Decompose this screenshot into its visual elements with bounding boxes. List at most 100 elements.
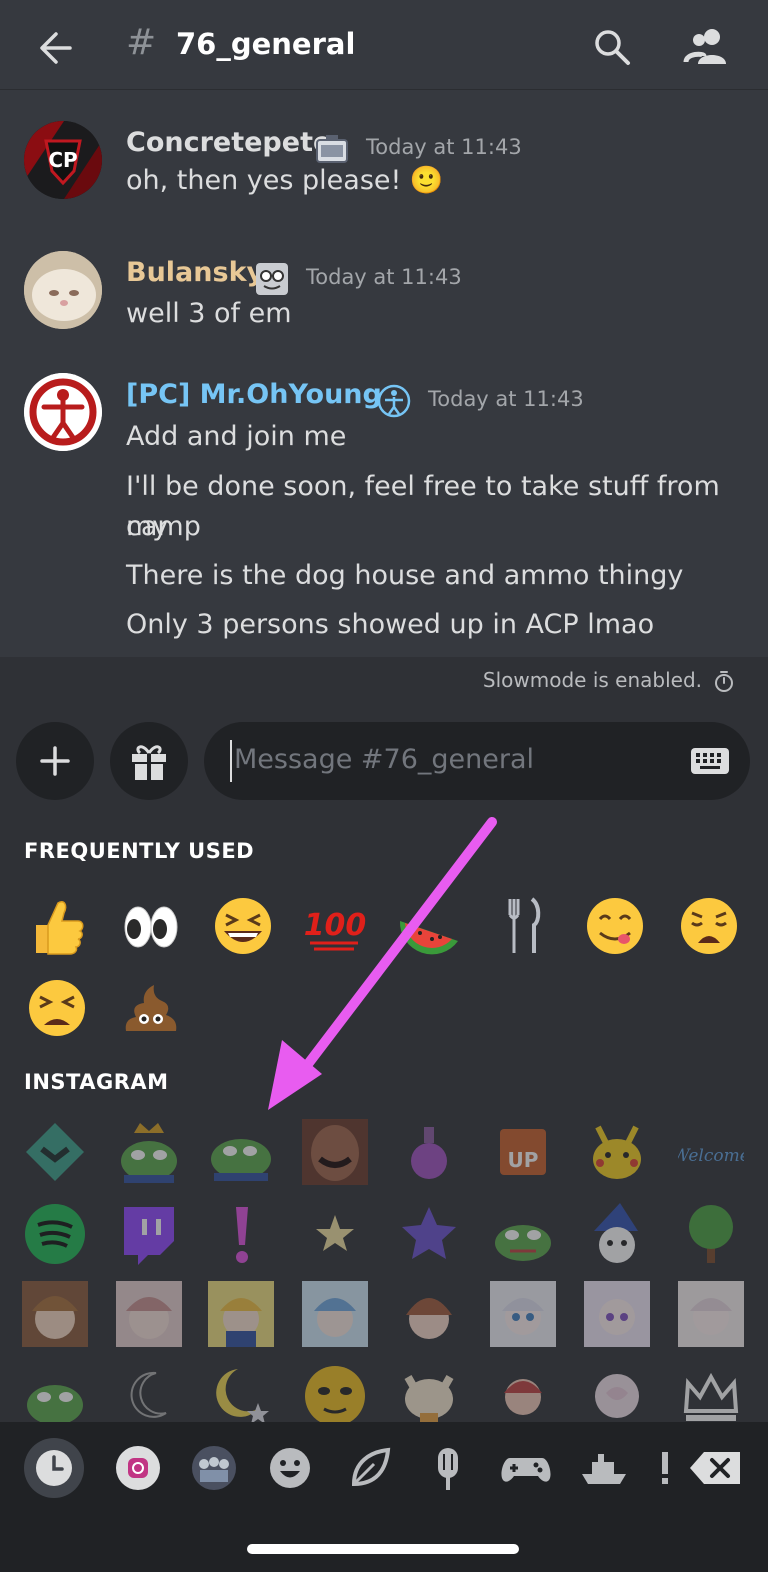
custom-emoji[interactable] <box>208 1119 274 1185</box>
moon-emoji[interactable] <box>116 1363 182 1422</box>
smug-face-emoji[interactable] <box>302 1363 368 1422</box>
custom-emoji[interactable] <box>584 1119 650 1185</box>
laughing-emoji[interactable] <box>208 891 278 961</box>
recent-tab[interactable] <box>24 1438 84 1498</box>
anime-emoji[interactable] <box>22 1281 88 1347</box>
anime-emoji[interactable] <box>396 1281 462 1347</box>
message-item: [PC] Mr.OhYoung Today at 11:43 Add and j… <box>0 373 768 663</box>
star-emoji[interactable] <box>302 1201 368 1267</box>
anime-emoji[interactable] <box>490 1281 556 1347</box>
spotify-emoji[interactable] <box>22 1201 88 1267</box>
anime-emoji[interactable] <box>678 1281 744 1347</box>
message-input[interactable]: Message #76_general <box>204 722 750 800</box>
tired-face-emoji[interactable] <box>22 973 92 1043</box>
anime-emoji[interactable] <box>490 1363 556 1422</box>
watermelon-emoji[interactable] <box>394 891 464 961</box>
svg-text:CP: CP <box>48 148 77 172</box>
channel-title[interactable]: 76_general <box>176 27 355 61</box>
gift-button[interactable] <box>110 722 188 800</box>
message-timestamp: Today at 11:43 <box>366 135 522 159</box>
eyes-emoji[interactable] <box>116 891 186 961</box>
purple-star-emoji[interactable] <box>396 1201 462 1267</box>
slowmode-text: Slowmode is enabled. <box>482 668 702 692</box>
server-group-tab[interactable] <box>184 1438 244 1498</box>
svg-text:100: 100 <box>304 908 367 943</box>
add-attachment-button[interactable] <box>16 722 94 800</box>
custom-emoji[interactable] <box>116 1119 182 1185</box>
ship-icon <box>582 1454 626 1484</box>
message-text: camp <box>126 511 201 542</box>
emoji-picker[interactable]: FREQUENTLY USED 100 INSTAGRAM UP elcom <box>0 817 768 1422</box>
frog-emoji[interactable] <box>490 1201 556 1267</box>
avatar[interactable] <box>24 251 102 329</box>
text-caret <box>230 740 232 782</box>
channel-hash-icon: # <box>126 22 157 63</box>
fork-and-knife-emoji[interactable] <box>488 891 558 961</box>
custom-emoji[interactable]: UP <box>490 1119 556 1185</box>
message-author[interactable]: Concretepete <box>126 127 331 158</box>
stopwatch-icon <box>715 671 733 692</box>
message-item: Bulansky Today at 11:43 well 3 of em <box>0 251 768 361</box>
yum-emoji[interactable] <box>580 891 650 961</box>
backspace-button[interactable] <box>688 1438 748 1498</box>
pile-of-poo-emoji[interactable] <box>116 973 186 1043</box>
crown-emoji[interactable] <box>678 1363 744 1422</box>
anime-emoji[interactable] <box>302 1281 368 1347</box>
message-author[interactable]: [PC] Mr.OhYoung <box>126 379 382 410</box>
clock-icon <box>36 1450 72 1486</box>
custom-emoji[interactable] <box>396 1119 462 1185</box>
svg-text:UP: UP <box>508 1148 539 1172</box>
leaf-icon <box>351 1447 391 1487</box>
rose-emoji[interactable] <box>584 1363 650 1422</box>
message-list[interactable]: CP Concretepete Today at 11:43 oh, then … <box>0 91 768 657</box>
keyboard-icon[interactable] <box>690 747 730 775</box>
message-input-placeholder: Message #76_general <box>234 744 535 775</box>
custom-emoji[interactable] <box>22 1119 88 1185</box>
gamepad-icon <box>501 1458 551 1482</box>
twitch-emoji[interactable] <box>116 1201 182 1267</box>
instagram-server-tab[interactable] <box>108 1438 168 1498</box>
symbols-tab[interactable] <box>646 1438 686 1498</box>
hundred-points-emoji[interactable]: 100 <box>300 891 370 961</box>
food-tab[interactable] <box>418 1438 478 1498</box>
gift-icon <box>132 745 166 780</box>
avatar[interactable]: CP <box>24 121 102 199</box>
activities-tab[interactable] <box>496 1438 556 1498</box>
anime-emoji[interactable] <box>116 1281 182 1347</box>
frog-emoji[interactable] <box>22 1363 88 1422</box>
message-text: There is the dog house and ammo thingy <box>126 560 684 591</box>
message-text: Only 3 persons showed up in ACP lmao <box>126 609 655 640</box>
back-arrow-icon[interactable] <box>36 28 76 68</box>
message-author[interactable]: Bulansky <box>126 257 264 288</box>
backspace-icon <box>690 1452 740 1484</box>
home-indicator[interactable] <box>247 1544 519 1554</box>
weary-emoji[interactable] <box>674 891 744 961</box>
tree-emoji[interactable] <box>678 1201 744 1267</box>
moon-star-emoji[interactable] <box>208 1363 274 1422</box>
search-icon[interactable] <box>592 27 632 67</box>
thumbs-up-emoji[interactable] <box>22 891 92 961</box>
avatar[interactable] <box>24 373 102 451</box>
server-group-icon <box>192 1446 236 1490</box>
channel-header: # 76_general <box>0 0 768 90</box>
wizard-emoji[interactable] <box>584 1201 650 1267</box>
smiley-icon <box>270 1448 310 1488</box>
message-text: well 3 of em <box>126 298 292 329</box>
instagram-heading: INSTAGRAM <box>24 1070 169 1094</box>
people-tab[interactable] <box>260 1438 320 1498</box>
emoji-category-bar <box>0 1422 768 1572</box>
vault-boy-badge-icon <box>377 384 411 418</box>
custom-emoji[interactable] <box>302 1119 368 1185</box>
nature-tab[interactable] <box>340 1438 400 1498</box>
anime-emoji[interactable] <box>208 1281 274 1347</box>
symbols-icon <box>662 1452 668 1484</box>
anime-emoji[interactable] <box>584 1281 650 1347</box>
exclamation-emoji[interactable] <box>208 1201 274 1267</box>
message-item: CP Concretepete Today at 11:43 oh, then … <box>0 121 768 231</box>
instagram-server-icon <box>116 1446 160 1490</box>
members-icon[interactable] <box>682 26 730 66</box>
custom-emoji[interactable]: Welcome <box>672 1119 750 1185</box>
travel-tab[interactable] <box>574 1438 634 1498</box>
message-timestamp: Today at 11:43 <box>428 387 584 411</box>
cat-emoji[interactable] <box>396 1363 462 1422</box>
